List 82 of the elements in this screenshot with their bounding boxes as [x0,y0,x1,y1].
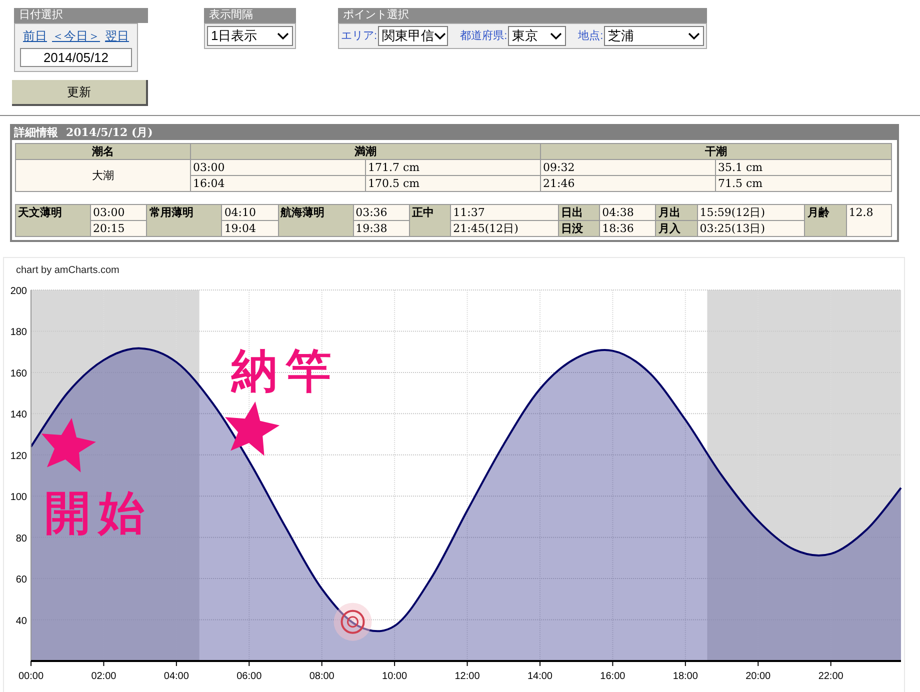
chart-credit: chart by amCharts.com [16,264,120,278]
table-cell: 171.7 cm [366,160,540,176]
star-doodle [225,401,280,456]
table-cell: 16:04 [190,176,366,192]
y-axis-label: 140 [10,410,27,421]
table-cell: 19:04 [222,220,278,236]
field-label: 都道府県: [460,28,508,44]
table-cell: 03:00 [90,204,147,220]
date-link[interactable]: 翌日 [105,27,129,45]
y-axis-label: 100 [10,492,27,504]
handwritten-note: 開始 [44,486,152,539]
table-header: 月齢 [804,204,846,236]
table-cell: 03:36 [353,204,410,220]
chevron-down-icon [688,32,700,40]
x-axis-label: 20:00 [746,671,771,682]
group-title: 日付選択 [14,8,148,23]
date-link[interactable]: 前日 [23,27,47,45]
details-date: 2014/5/12 (月) [66,124,153,141]
field-label: 地点: [578,28,604,44]
table-cell: 21:45(12日) [450,220,558,236]
chevron-down-icon [434,32,446,40]
details-title: 詳細情報 [14,124,58,141]
update-button[interactable]: 更新 [12,80,148,106]
table-cell: 03:25(13日) [697,220,805,236]
field-label: エリア: [341,28,378,44]
table-cell: 04:38 [600,204,656,220]
table-header: 月入 [656,220,698,236]
table-header: 常用薄明 [146,204,222,236]
table-header: 満潮 [190,144,540,160]
table-cell: 09:32 [540,160,716,176]
table-cell: 21:46 [540,176,716,192]
x-axis-label: 14:00 [527,671,552,682]
group-title: 表示間隔 [204,8,296,23]
table-header: 月出 [656,204,698,220]
table-header: 潮名 [16,144,190,160]
x-axis-label: 12:00 [454,671,480,682]
chevron-down-icon [550,32,562,40]
point-select[interactable]: 関東甲信 [378,26,448,46]
interval-select[interactable]: 1日表示 [207,26,293,46]
table-header: 航海薄明 [278,204,354,236]
table-cell: 170.5 cm [366,176,540,192]
table-cell: 18:36 [600,220,656,236]
target-marker [334,602,372,641]
table-header: 日出 [558,204,600,220]
table-cell: 20:15 [90,220,147,236]
star-doodle [41,418,96,472]
table-cell: 12.8 [846,204,892,236]
y-axis-label: 60 [16,574,27,586]
table-cell: 11:37 [450,204,558,220]
table-header: 天文薄明 [16,204,91,236]
x-axis-label: 18:00 [672,671,698,682]
table-cell: 大潮 [16,160,190,192]
x-axis-label: 02:00 [91,671,116,682]
point-select[interactable]: 芝浦 [604,26,704,46]
table-header: 日没 [558,220,600,236]
table-header: 正中 [409,204,451,236]
table-cell: 71.5 cm [716,176,892,192]
date-link[interactable]: ＜今日＞ [52,27,100,45]
date-field[interactable]: 2014/05/12 [20,48,132,67]
x-axis-label: 16:00 [600,671,626,682]
point-select[interactable]: 東京 [508,26,566,46]
table-cell: 15:59(12日) [697,204,805,220]
y-axis-label: 180 [10,327,27,338]
x-axis-label: 04:00 [164,671,189,682]
y-axis-label: 200 [10,286,27,297]
x-axis-label: 08:00 [309,671,334,682]
chevron-down-icon [277,32,289,40]
table-cell: 04:10 [222,204,278,220]
x-axis-label: 00:00 [18,671,44,682]
x-axis-label: 10:00 [382,671,408,682]
group-title: ポイント選択 [338,8,708,23]
x-axis-label: 22:00 [818,671,844,682]
table-header: 干潮 [540,144,892,160]
x-axis-label: 06:00 [236,671,262,682]
table-cell: 03:00 [190,160,366,176]
table-cell: 19:38 [353,220,410,236]
y-axis-label: 160 [10,368,27,380]
y-axis-label: 80 [16,533,27,544]
y-axis-label: 40 [16,616,27,627]
table-cell: 35.1 cm [716,160,892,176]
y-axis-label: 120 [10,450,27,462]
handwritten-note: 納竿 [232,344,340,396]
